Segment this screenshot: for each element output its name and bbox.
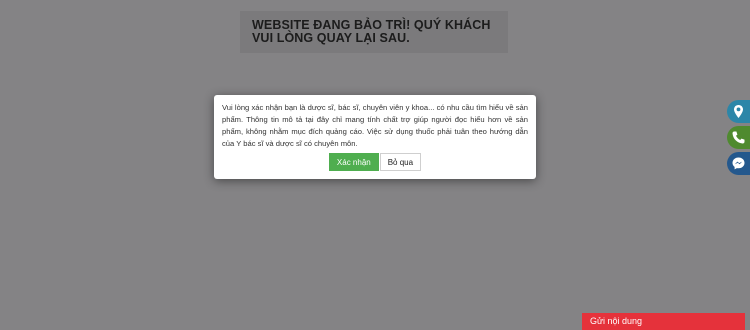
maintenance-banner: WEBSITE ĐANG BẢO TRÌ! QUÝ KHÁCH VUI LÒNG… — [240, 11, 508, 53]
phone-button[interactable] — [727, 126, 750, 149]
side-contact-buttons — [727, 100, 750, 178]
phone-icon — [732, 131, 745, 144]
dialog-actions: Xác nhận Bỏ qua — [214, 153, 536, 171]
skip-button[interactable]: Bỏ qua — [379, 153, 422, 171]
maintenance-message: WEBSITE ĐANG BẢO TRÌ! QUÝ KHÁCH VUI LÒNG… — [252, 18, 491, 45]
messenger-icon — [732, 157, 745, 170]
confirm-button[interactable]: Xác nhận — [328, 153, 379, 171]
messenger-button[interactable] — [727, 152, 750, 175]
map-button[interactable] — [727, 100, 750, 123]
dialog-message: Vui lòng xác nhận bạn là dược sĩ, bác sĩ… — [222, 103, 528, 149]
map-pin-icon — [734, 105, 743, 118]
send-content-button[interactable]: Gửi nội dung — [582, 313, 745, 330]
confirmation-dialog: Vui lòng xác nhận bạn là dược sĩ, bác sĩ… — [214, 95, 536, 179]
